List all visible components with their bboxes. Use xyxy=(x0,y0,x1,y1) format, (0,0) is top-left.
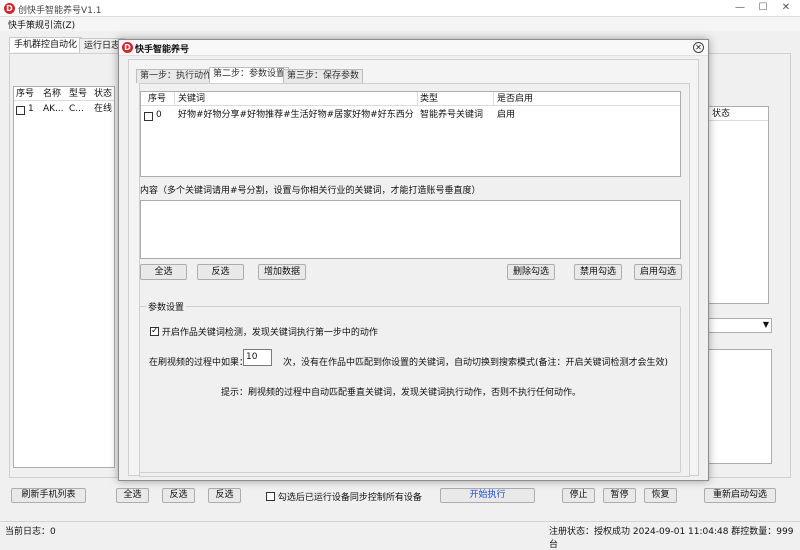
invert-devices-button-2[interactable]: 反选 xyxy=(208,488,241,503)
task-status-list: 状态 xyxy=(706,106,769,304)
header-model: 型号 xyxy=(69,89,88,99)
dialog-logo-icon: D xyxy=(122,42,133,53)
row-enabled: 启用 xyxy=(497,110,516,120)
column-divider xyxy=(417,92,418,106)
header-no: 序号 xyxy=(16,89,35,99)
row-name: AK... xyxy=(43,104,64,114)
header-keyword: 关键词 xyxy=(178,94,206,104)
select-all-devices-button[interactable]: 全选 xyxy=(116,488,149,503)
hint-text: 提示：刷视频的过程中自动匹配垂直关键词，发现关键词执行动作，否则不执行任何动作。 xyxy=(221,388,582,398)
restart-checked-button[interactable]: 重新启动勾选 xyxy=(704,488,776,503)
start-execute-button[interactable]: 开始执行 xyxy=(440,488,535,503)
row-status: 在线 xyxy=(94,104,113,114)
row-checkbox[interactable] xyxy=(144,112,153,121)
invert-select-button[interactable]: 反选 xyxy=(197,264,244,280)
table-row[interactable]: 0 好物#好物分享#好物推荐#生活好物#居家好物#好东西分享#... 智能养号关… xyxy=(141,108,680,122)
device-list: 序号 名称 型号 状态 1 AK... C... 在线 xyxy=(13,86,115,468)
stop-button[interactable]: 停止 xyxy=(562,488,595,503)
dialog-titlebar: D 快手智能养号 ✕ xyxy=(119,40,708,56)
maximize-button[interactable]: ☐ xyxy=(752,0,774,16)
window-titlebar: D 创快手智能养号V1.1 — ☐ ✕ xyxy=(0,0,800,17)
tab-step-params[interactable]: 第二步：参数设置 xyxy=(209,67,290,83)
chevron-down-icon: ▼ xyxy=(762,320,769,329)
sync-checkbox-label: 勾选后已运行设备同步控制所有设备 xyxy=(277,493,422,503)
tab-step-actions[interactable]: 第一步：执行动作 xyxy=(136,69,217,83)
table-row[interactable]: 1 AK... C... 在线 xyxy=(14,102,114,116)
select-all-button[interactable]: 全选 xyxy=(140,264,187,280)
pause-button[interactable]: 暂停 xyxy=(603,488,636,503)
tab-phone-automation[interactable]: 手机群控自动化 xyxy=(9,37,83,52)
menu-bar: 快手策规引流(Z) xyxy=(0,17,800,31)
dialog-close-icon[interactable]: ✕ xyxy=(693,42,704,53)
row-model: C... xyxy=(69,104,84,114)
params-groupbox-title: 参数设置 xyxy=(146,300,187,313)
row-keyword: 好物#好物分享#好物推荐#生活好物#居家好物#好东西分享#... xyxy=(178,110,414,120)
count-suffix-label: 次，没有在作品中匹配到你设置的关键词，自动切换到搜索模式(备注：开启关键词检测才… xyxy=(283,358,669,368)
header-type: 类型 xyxy=(420,94,439,104)
keyword-table-header: 序号 关键词 类型 是否启用 xyxy=(141,92,680,106)
license-status: 注册状态：授权成功 2024-09-01 11:04:48 群控数量：999台 xyxy=(549,527,794,550)
status-bar: 当前日志：0 注册状态：授权成功 2024-09-01 11:04:48 群控数… xyxy=(0,521,800,550)
resume-button[interactable]: 恢复 xyxy=(644,488,677,503)
invert-devices-button[interactable]: 反选 xyxy=(162,488,195,503)
content-label: 内容（多个关键词请用#号分割，设置与你相关行业的关键词，才能打造账号垂直度） xyxy=(140,186,481,196)
keyword-table: 序号 关键词 类型 是否启用 0 好物#好物分享#好物推荐#生活好物#居家好物#… xyxy=(140,91,681,177)
row-checkbox[interactable] xyxy=(16,106,25,115)
disable-checked-button[interactable]: 禁用勾选 xyxy=(574,264,622,280)
keyword-detection-checkbox-box[interactable] xyxy=(150,325,159,337)
app-logo-icon: D xyxy=(4,3,15,14)
window-title: 创快手智能养号V1.1 xyxy=(18,6,102,16)
refresh-devices-button[interactable]: 刷新手机列表 xyxy=(11,488,86,503)
enable-checked-button[interactable]: 启用勾选 xyxy=(634,264,682,280)
sync-control-checkbox[interactable]: 勾选后已运行设备同步控制所有设备 xyxy=(266,490,422,503)
status-column-header: 状态 xyxy=(707,107,768,121)
row-no: 1 xyxy=(28,104,34,114)
column-divider xyxy=(493,92,494,106)
keyword-content-textarea[interactable] xyxy=(140,200,681,259)
column-divider xyxy=(174,92,175,106)
current-log-count: 当前日志：0 xyxy=(5,527,56,537)
header-status: 状态 xyxy=(94,89,113,99)
count-prefix-label: 在刷视频的过程中如果： xyxy=(149,358,249,368)
minimize-button[interactable]: — xyxy=(729,0,751,16)
device-list-header: 序号 名称 型号 状态 xyxy=(14,87,114,101)
close-button[interactable]: ✕ xyxy=(775,0,797,16)
header-name: 名称 xyxy=(43,89,62,99)
no-match-count-input[interactable]: 10 xyxy=(243,349,272,366)
header-no: 序号 xyxy=(148,94,167,104)
header-enabled: 是否启用 xyxy=(497,94,534,104)
sync-checkbox-box[interactable] xyxy=(266,492,275,501)
mode-select[interactable]: ▼ xyxy=(706,318,772,333)
smart-nurture-dialog: D 快手智能养号 ✕ 第一步：执行动作 第二步：参数设置 第三步：保存参数 序号… xyxy=(118,39,709,481)
keyword-detection-checkbox[interactable]: 开启作品关键词检测，发现关键词执行第一步中的动作 xyxy=(150,325,378,338)
row-no: 0 xyxy=(156,110,162,120)
dialog-title: 快手智能养号 xyxy=(135,45,190,55)
tab-step-save[interactable]: 第三步：保存参数 xyxy=(283,69,364,83)
add-data-button[interactable]: 增加数据 xyxy=(258,264,306,280)
delete-checked-button[interactable]: 删除勾选 xyxy=(507,264,555,280)
log-textarea[interactable] xyxy=(706,349,772,464)
row-type: 智能养号关键词 xyxy=(420,110,484,120)
keyword-detection-label: 开启作品关键词检测，发现关键词执行第一步中的动作 xyxy=(161,328,378,338)
menu-item-guide[interactable]: 快手策规引流(Z) xyxy=(8,18,75,31)
